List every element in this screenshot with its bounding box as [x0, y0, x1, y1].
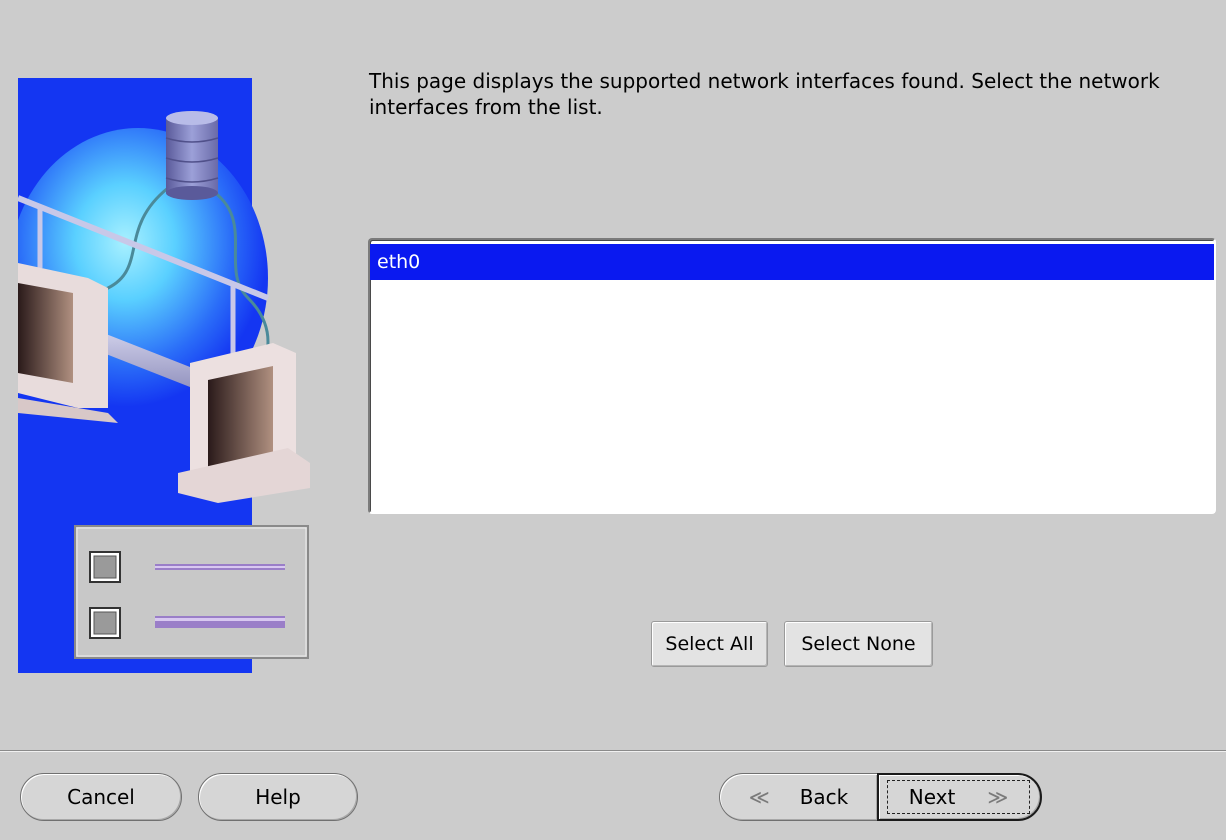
chevron-right-double-icon: ≫	[987, 785, 1009, 809]
back-label: Back	[799, 785, 849, 809]
cancel-button[interactable]: Cancel	[20, 773, 182, 821]
network-illustration	[18, 78, 310, 673]
back-button[interactable]: ≪ Back	[719, 773, 877, 821]
footer-divider	[0, 750, 1226, 752]
instructions-text: This page displays the supported network…	[369, 69, 1160, 119]
select-none-button[interactable]: Select None	[784, 621, 933, 667]
wizard-page: This page displays the supported network…	[0, 0, 1226, 840]
network-illustration-graphic	[18, 78, 310, 673]
chevron-left-double-icon: ≪	[748, 785, 770, 809]
network-interfaces-list[interactable]: eth0	[368, 238, 1216, 514]
select-all-button[interactable]: Select All	[651, 621, 768, 667]
next-button[interactable]: Next ≫	[877, 773, 1042, 821]
help-button[interactable]: Help	[198, 773, 358, 821]
next-label: Next	[908, 785, 956, 809]
list-item-eth0[interactable]: eth0	[370, 244, 1214, 280]
